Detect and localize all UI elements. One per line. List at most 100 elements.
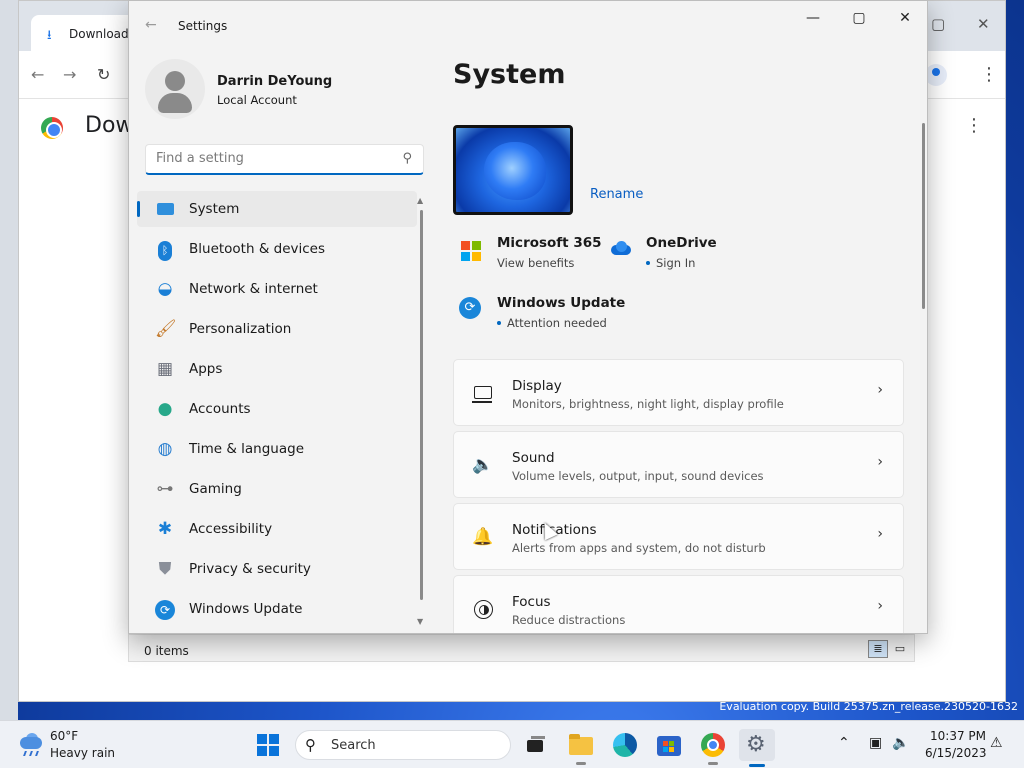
card-title: Focus xyxy=(512,594,551,610)
task-view-button[interactable] xyxy=(521,731,549,759)
gamepad-icon: ⊶ xyxy=(156,479,174,499)
chrome-maximize-icon[interactable]: ▢ xyxy=(931,15,945,33)
sidebar-item-apps[interactable]: ▦ Apps xyxy=(137,351,417,387)
start-logo-tile xyxy=(269,734,279,744)
sidebar-item-bluetooth[interactable]: ᛒ Bluetooth & devices xyxy=(137,231,417,267)
store-logo-tile xyxy=(669,741,674,746)
volume-icon[interactable]: 🔈 xyxy=(892,735,909,751)
sidebar-item-accounts[interactable]: ● Accounts xyxy=(137,391,417,427)
sidebar-item-label: Apps xyxy=(189,361,223,377)
person-icon: ● xyxy=(157,399,173,419)
start-button[interactable] xyxy=(257,734,279,756)
rename-link[interactable]: Rename xyxy=(590,187,643,202)
start-logo-tile xyxy=(257,734,267,744)
sound-card[interactable]: 🔈 Sound Volume levels, output, input, so… xyxy=(453,431,904,498)
main-scroll-thumb[interactable] xyxy=(922,123,925,309)
find-setting-search[interactable]: ⚲ xyxy=(145,144,424,175)
chrome-profile-icon[interactable] xyxy=(925,64,947,86)
back-arrow-icon[interactable]: ← xyxy=(145,17,157,33)
evaluation-watermark: Evaluation copy. Build 25375.zn_release.… xyxy=(719,700,1018,713)
chrome-close-icon[interactable]: ✕ xyxy=(977,15,990,33)
chrome-reload-icon[interactable]: ↻ xyxy=(97,65,110,84)
onedrive-tile[interactable]: OneDrive Sign In xyxy=(609,235,759,275)
folder-icon xyxy=(569,737,593,755)
search-icon: ⚲ xyxy=(402,151,412,166)
start-logo-tile xyxy=(257,746,267,756)
shield-icon: ⛊ xyxy=(158,559,172,579)
monitor-icon xyxy=(472,386,492,403)
display-card[interactable]: Display Monitors, brightness, night ligh… xyxy=(453,359,904,426)
sidebar-item-privacy[interactable]: ⛊ Privacy & security xyxy=(137,551,417,587)
search-input[interactable] xyxy=(146,145,386,172)
chevron-right-icon: › xyxy=(877,598,883,614)
close-button[interactable]: ✕ xyxy=(885,9,925,29)
weather-temperature[interactable]: 60°F xyxy=(50,729,78,743)
sidebar-item-personalization[interactable]: 🖌 Personalization xyxy=(137,311,417,347)
maximize-button[interactable]: ▢ xyxy=(839,9,879,29)
user-profile[interactable]: Darrin DeYoung Local Account xyxy=(129,51,429,141)
taskbar: 60°F Heavy rain ⚲ Search ⚙ ⌃ ▣ 🔈 10:37 P… xyxy=(0,720,1024,768)
download-icon: ⭳ xyxy=(47,28,52,43)
focus-card[interactable]: Focus Reduce distractions › xyxy=(453,575,904,633)
sidebar-item-label: Windows Update xyxy=(189,601,303,617)
tile-subtitle: Sign In xyxy=(656,256,696,270)
store-bag-icon xyxy=(657,736,681,756)
chrome-back-icon[interactable]: ← xyxy=(31,65,44,84)
store-button[interactable] xyxy=(655,731,683,759)
store-logo-tile xyxy=(669,747,674,752)
sidebar-item-label: Bluetooth & devices xyxy=(189,241,326,257)
avatar-head xyxy=(165,71,185,91)
scroll-up-icon[interactable]: ▲ xyxy=(417,196,423,205)
sidebar-item-windows-update[interactable]: ⟳ Windows Update xyxy=(137,591,417,627)
account-type: Local Account xyxy=(217,93,297,107)
sidebar-item-accessibility[interactable]: ✱ Accessibility xyxy=(137,511,417,547)
sidebar-item-label: Privacy & security xyxy=(189,561,311,577)
chrome-menu-icon[interactable]: ⋮ xyxy=(980,64,998,85)
weather-condition[interactable]: Heavy rain xyxy=(50,746,115,760)
sidebar-item-time-language[interactable]: ◍ Time & language xyxy=(137,431,417,467)
update-icon: ⟳ xyxy=(459,297,481,319)
edge-button[interactable] xyxy=(611,731,639,759)
clock-date[interactable]: 6/15/2023 xyxy=(925,746,987,760)
notification-icon[interactable]: ⚠ xyxy=(990,735,1003,751)
windows-update-tile[interactable]: ⟳ Windows Update Attention needed xyxy=(453,295,653,335)
file-explorer-button[interactable] xyxy=(567,731,595,765)
edge-icon xyxy=(613,733,637,757)
sidebar-item-network[interactable]: ◒ Network & internet xyxy=(137,271,417,307)
microsoft-365-tile[interactable]: Microsoft 365 View benefits xyxy=(453,235,603,275)
chrome-forward-icon[interactable]: → xyxy=(63,65,76,84)
minimize-button[interactable]: — xyxy=(793,9,833,29)
weather-rain-icon[interactable] xyxy=(18,733,44,757)
tile-title: Windows Update xyxy=(497,295,626,311)
card-subtitle: Monitors, brightness, night light, displ… xyxy=(512,397,784,411)
chevron-up-icon[interactable]: ⌃ xyxy=(838,735,850,751)
details-view-icon[interactable]: ≣ xyxy=(868,640,888,658)
clock-time[interactable]: 10:37 PM xyxy=(930,729,986,743)
update-icon: ⟳ xyxy=(155,599,175,620)
task-view-icon-back xyxy=(531,736,545,739)
chrome-page-heading: Dow xyxy=(85,113,134,138)
sidebar-item-label: Network & internet xyxy=(189,281,318,297)
avatar-body xyxy=(158,93,192,113)
notifications-card[interactable]: 🔔 Notifications Alerts from apps and sys… xyxy=(453,503,904,570)
task-view-icon xyxy=(527,740,543,752)
card-title: Sound xyxy=(512,450,555,466)
chevron-right-icon: › xyxy=(877,382,883,398)
rain-drop xyxy=(23,751,27,756)
store-logo-tile xyxy=(663,747,668,752)
network-icon[interactable]: ▣ xyxy=(869,735,882,751)
gear-icon: ⚙ xyxy=(746,732,766,757)
downloads-menu-icon[interactable]: ⋮ xyxy=(965,115,983,136)
chrome-taskbar-button[interactable] xyxy=(699,731,727,765)
sidebar-item-label: Accessibility xyxy=(189,521,273,537)
sidebar-item-system[interactable]: System xyxy=(137,191,417,227)
scroll-down-icon[interactable]: ▼ xyxy=(417,617,423,626)
tiles-view-icon[interactable]: ▭ xyxy=(890,640,910,658)
sidebar-item-label: Time & language xyxy=(189,441,305,457)
sidebar-scrollbar[interactable]: ▲ ▼ xyxy=(417,196,425,626)
start-logo-tile xyxy=(269,746,279,756)
settings-taskbar-button[interactable]: ⚙ xyxy=(739,729,775,767)
taskbar-search[interactable]: ⚲ Search xyxy=(295,730,511,760)
sidebar-item-gaming[interactable]: ⊶ Gaming xyxy=(137,471,417,507)
sidebar-scroll-thumb[interactable] xyxy=(420,210,423,600)
